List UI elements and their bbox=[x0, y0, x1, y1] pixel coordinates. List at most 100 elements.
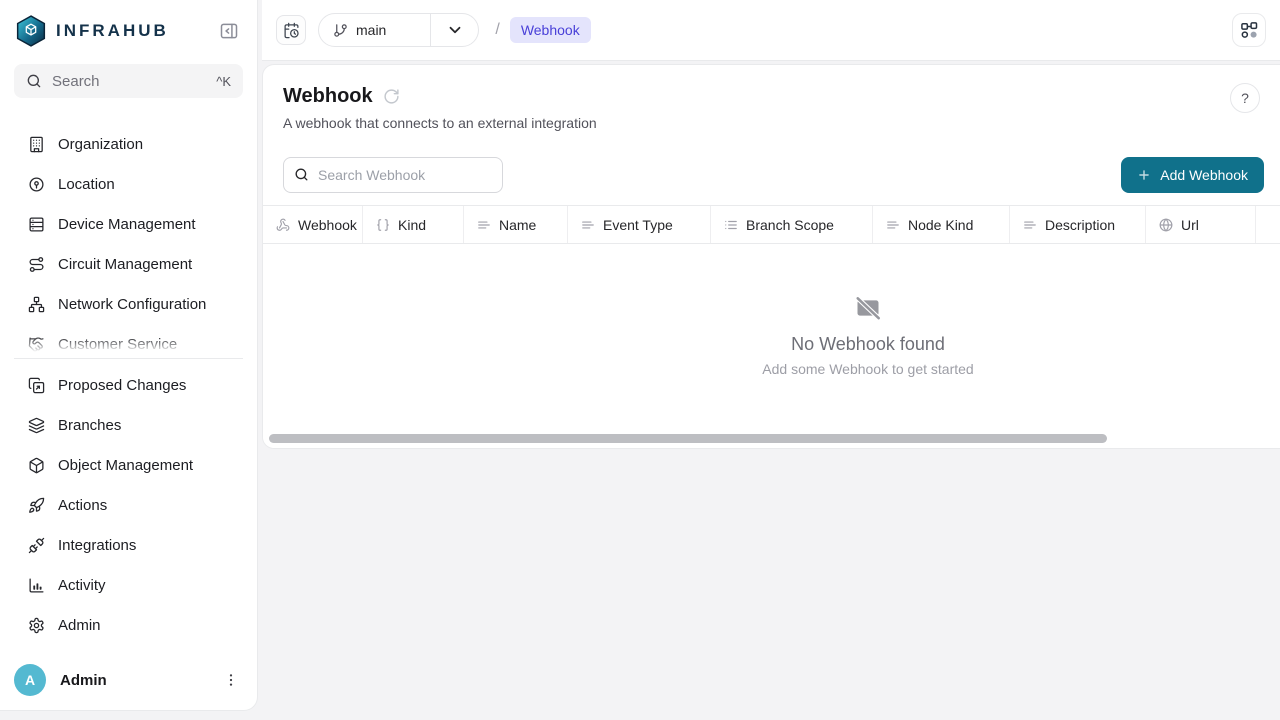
plug-icon bbox=[28, 537, 45, 554]
brand-header: INFRAHUB bbox=[0, 0, 257, 62]
nav-label: Proposed Changes bbox=[58, 377, 186, 394]
nav-label: Integrations bbox=[58, 537, 136, 554]
add-webhook-label: Add Webhook bbox=[1160, 167, 1248, 183]
plus-icon bbox=[1137, 168, 1151, 182]
breadcrumb-separator: / bbox=[495, 21, 499, 39]
layers-icon bbox=[28, 417, 45, 434]
column-label: Url bbox=[1181, 217, 1199, 233]
nav-label: Customer Service bbox=[58, 336, 177, 353]
nav-label: Device Management bbox=[58, 216, 196, 233]
server-icon bbox=[28, 216, 45, 233]
page-header: Webhook ? A webhook that connects to an … bbox=[263, 65, 1280, 131]
sidebar-item-location[interactable]: Location bbox=[0, 164, 257, 204]
schema-icon bbox=[1239, 20, 1259, 40]
list-icon bbox=[724, 218, 738, 232]
refresh-icon[interactable] bbox=[383, 88, 400, 105]
column-header-kind: Kind bbox=[363, 206, 464, 243]
chevron-down-icon bbox=[446, 21, 464, 39]
search-input[interactable] bbox=[283, 157, 503, 193]
sidebar: INFRAHUB Search ^K Organization bbox=[0, 0, 258, 711]
sidebar-collapse-icon[interactable] bbox=[217, 19, 241, 43]
column-header-webhook: Webhook bbox=[263, 206, 363, 243]
text-icon bbox=[1023, 218, 1037, 232]
page-description: A webhook that connects to an external i… bbox=[283, 115, 1260, 131]
rocket-icon bbox=[28, 497, 45, 514]
column-header-name: Name bbox=[464, 206, 568, 243]
empty-state-subtitle: Add some Webhook to get started bbox=[762, 361, 973, 377]
sidebar-nav-secondary: Proposed Changes Branches Object Managem… bbox=[0, 365, 257, 645]
kebab-menu-icon[interactable] bbox=[219, 668, 243, 692]
sidebar-item-actions[interactable]: Actions bbox=[0, 485, 257, 525]
toolbar: Add Webhook bbox=[263, 157, 1280, 193]
sidebar-item-customer-service[interactable]: Customer Service bbox=[0, 324, 257, 352]
sidebar-item-admin[interactable]: Admin bbox=[0, 605, 257, 645]
nav-label: Location bbox=[58, 176, 115, 193]
text-icon bbox=[886, 218, 900, 232]
sidebar-item-circuit-management[interactable]: Circuit Management bbox=[0, 244, 257, 284]
calendar-clock-icon bbox=[283, 22, 300, 39]
breadcrumb-current[interactable]: Webhook bbox=[510, 17, 591, 43]
nav-label: Object Management bbox=[58, 457, 193, 474]
nav-label: Admin bbox=[58, 617, 101, 634]
column-label: Description bbox=[1045, 217, 1115, 233]
object-search bbox=[283, 157, 503, 193]
column-label: Webhook bbox=[298, 217, 357, 233]
sidebar-item-organization[interactable]: Organization bbox=[0, 124, 257, 164]
sidebar-search-label: Search bbox=[52, 73, 100, 90]
building-icon bbox=[28, 136, 45, 153]
nav-label: Branches bbox=[58, 417, 121, 434]
empty-state: No Webhook found Add some Webhook to get… bbox=[263, 244, 1280, 426]
sidebar-item-object-management[interactable]: Object Management bbox=[0, 445, 257, 485]
column-header-spacer bbox=[1256, 206, 1280, 243]
webhook-table: Webhook Kind Name bbox=[263, 205, 1280, 426]
sidebar-item-network-configuration[interactable]: Network Configuration bbox=[0, 284, 257, 324]
column-label: Kind bbox=[398, 217, 426, 233]
sidebar-item-activity[interactable]: Activity bbox=[0, 565, 257, 605]
branch-selector[interactable]: main bbox=[318, 13, 479, 47]
sidebar-item-integrations[interactable]: Integrations bbox=[0, 525, 257, 565]
proposed-changes-icon bbox=[28, 377, 45, 394]
branch-dropdown-toggle[interactable] bbox=[430, 14, 478, 46]
column-header-event-type: Event Type bbox=[568, 206, 711, 243]
column-header-node-kind: Node Kind bbox=[873, 206, 1010, 243]
time-travel-button[interactable] bbox=[276, 15, 306, 45]
table-header-row: Webhook Kind Name bbox=[263, 206, 1280, 244]
page-title: Webhook bbox=[283, 85, 373, 108]
braces-icon bbox=[376, 218, 390, 232]
nav-label: Network Configuration bbox=[58, 296, 206, 313]
column-header-branch-scope: Branch Scope bbox=[711, 206, 873, 243]
handshake-icon bbox=[28, 336, 45, 353]
text-icon bbox=[581, 218, 595, 232]
sidebar-search[interactable]: Search ^K bbox=[14, 64, 243, 98]
column-label: Node Kind bbox=[908, 217, 973, 233]
horizontal-scrollbar bbox=[263, 432, 1280, 448]
search-icon bbox=[294, 167, 309, 182]
sidebar-item-proposed-changes[interactable]: Proposed Changes bbox=[0, 365, 257, 405]
branch-selector-value[interactable]: main bbox=[319, 14, 430, 46]
nav-label: Circuit Management bbox=[58, 256, 192, 273]
route-icon bbox=[28, 256, 45, 273]
no-data-icon bbox=[854, 294, 882, 322]
sidebar-item-device-management[interactable]: Device Management bbox=[0, 204, 257, 244]
empty-state-title: No Webhook found bbox=[791, 334, 945, 355]
scrollbar-thumb[interactable] bbox=[269, 434, 1107, 443]
branch-name: main bbox=[356, 22, 386, 38]
column-label: Branch Scope bbox=[746, 217, 834, 233]
globe-icon bbox=[1159, 218, 1173, 232]
sidebar-nav-primary: Organization Location Device Management bbox=[0, 124, 257, 352]
user-menu[interactable]: A Admin bbox=[14, 664, 243, 696]
user-name: Admin bbox=[60, 672, 107, 689]
network-icon bbox=[28, 296, 45, 313]
content-card: Webhook ? A webhook that connects to an … bbox=[262, 64, 1280, 449]
help-button[interactable]: ? bbox=[1230, 83, 1260, 113]
column-label: Name bbox=[499, 217, 536, 233]
infrahub-logo-icon bbox=[16, 15, 46, 47]
nav-label: Activity bbox=[58, 577, 106, 594]
schema-visualizer-button[interactable] bbox=[1232, 13, 1266, 47]
sidebar-item-branches[interactable]: Branches bbox=[0, 405, 257, 445]
text-icon bbox=[477, 218, 491, 232]
add-webhook-button[interactable]: Add Webhook bbox=[1121, 157, 1264, 193]
map-pin-icon bbox=[28, 176, 45, 193]
brand-name: INFRAHUB bbox=[56, 21, 169, 41]
sidebar-divider bbox=[14, 358, 243, 359]
